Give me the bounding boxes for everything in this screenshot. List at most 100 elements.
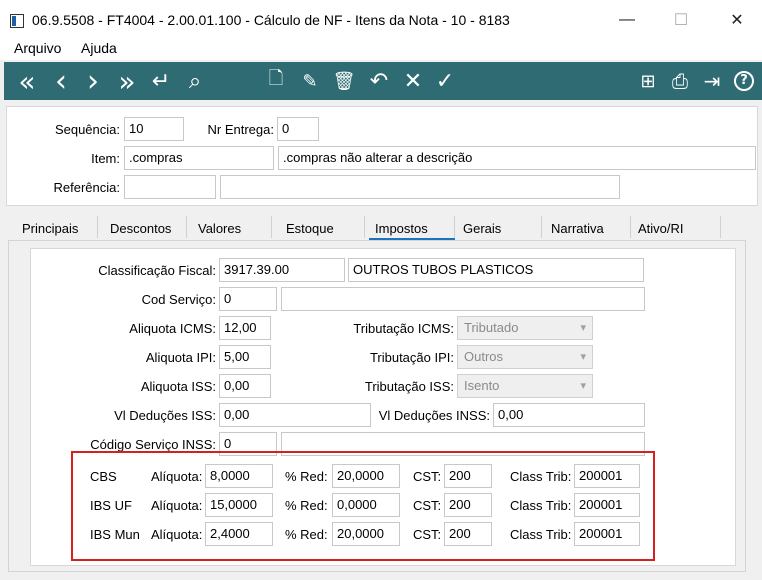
aliquota-ipi-label: Aliquota IPI: [145,350,216,365]
referencia-description-field[interactable] [220,175,620,199]
codigo-servico-inss-label: Código Serviço INSS: [90,437,216,452]
print-icon[interactable]: ⎙ [666,62,694,100]
maximize-button[interactable]: ☐ [658,6,704,34]
vl-deducoes-inss-label: Vl Deduções INSS: [378,408,490,423]
search-icon[interactable]: ⌕ [180,62,210,100]
red-label: % Red: [285,469,328,484]
aliquota-label: Alíquota: [151,527,203,542]
help-icon[interactable]: ? [732,62,756,100]
cbs-aliquota-field[interactable]: 8,0000 [205,464,273,488]
tributacao-icms-label: Tributação ICMS: [353,321,454,336]
previous-record-icon[interactable]: ‹ [46,62,76,100]
chevron-down-icon: ▾ [580,380,586,392]
tab-ativo-ri[interactable]: Ativo/RI [638,221,684,236]
cod-servico-description-field[interactable] [281,287,645,311]
tab-separator [541,216,542,238]
app-icon [10,14,24,28]
tributacao-icms-select[interactable]: Tributado ▾ [457,316,593,340]
cbs-class-trib-field[interactable]: 200001 [574,464,640,488]
tab-estoque[interactable]: Estoque [286,221,334,236]
tree-icon[interactable]: ⊞ [634,62,662,100]
cod-servico-field[interactable]: 0 [219,287,277,311]
menu-arquivo[interactable]: Arquivo [14,40,61,56]
tributacao-ipi-select[interactable]: Outros ▾ [457,345,593,369]
undo-icon[interactable]: ↶ [364,62,394,100]
ibs-uf-cst-field[interactable]: 200 [444,493,492,517]
tributacao-iss-label: Tributação ISS: [364,379,454,394]
vl-deducoes-inss-field[interactable]: 0,00 [493,403,645,427]
last-record-icon[interactable]: » [110,62,144,100]
classificacao-fiscal-label: Classificação Fiscal: [98,263,216,278]
tributacao-ipi-value: Outros [464,349,504,364]
ibs-mun-red-field[interactable]: 20,0000 [332,522,400,546]
tab-separator [271,216,272,238]
next-record-icon[interactable]: › [78,62,108,100]
tab-separator [630,216,631,238]
edit-icon[interactable]: ✎ [296,62,324,100]
cbs-red-field[interactable]: 20,0000 [332,464,400,488]
tax-row-name: IBS Mun [90,527,140,542]
cod-servico-label: Cod Serviço: [141,292,216,307]
menu-ajuda[interactable]: Ajuda [81,40,117,56]
tax-row-name: IBS UF [90,498,132,513]
aliquota-iss-field[interactable]: 0,00 [219,374,271,398]
tab-impostos[interactable]: Impostos [375,221,428,236]
ibs-uf-aliquota-field[interactable]: 15,0000 [205,493,273,517]
ibs-uf-red-field[interactable]: 0,0000 [332,493,400,517]
red-label: % Red: [285,498,328,513]
aliquota-icms-field[interactable]: 12,00 [219,316,271,340]
tab-separator [364,216,365,238]
aliquota-label: Alíquota: [151,469,203,484]
cbs-cst-field[interactable]: 200 [444,464,492,488]
sequencia-label: Sequência: [54,122,120,137]
ibs-mun-aliquota-field[interactable]: 2,4000 [205,522,273,546]
tributacao-iss-select[interactable]: Isento ▾ [457,374,593,398]
close-button[interactable]: ✕ [714,6,760,34]
item-label: Item: [91,151,120,166]
tributacao-iss-value: Isento [464,378,500,393]
aliquota-icms-label: Aliquota ICMS: [129,321,216,336]
ibs-mun-cst-field[interactable]: 200 [444,522,492,546]
tab-gerais[interactable]: Gerais [463,221,501,236]
chevron-down-icon: ▾ [580,322,586,334]
vl-deducoes-iss-label: Vl Deduções ISS: [114,408,216,423]
item-code-field[interactable]: .compras [124,146,274,170]
new-document-icon[interactable]: 🗋 [262,62,290,100]
confirm-icon[interactable]: ✓ [430,62,460,100]
tab-valores[interactable]: Valores [198,221,241,236]
tab-separator [97,216,98,238]
tab-descontos[interactable]: Descontos [110,221,171,236]
sequencia-field[interactable]: 10 [124,117,184,141]
item-description-field[interactable]: .compras não alterar a descrição [278,146,756,170]
cancel-icon[interactable]: ✕ [398,62,428,100]
tributacao-ipi-label: Tributação IPI: [369,350,454,365]
classificacao-fiscal-description-field[interactable]: OUTROS TUBOS PLASTICOS [348,258,644,282]
ibs-mun-class-trib-field[interactable]: 200001 [574,522,640,546]
first-record-icon[interactable]: « [12,62,42,100]
aliquota-iss-label: Aliquota ISS: [140,379,216,394]
exit-icon[interactable]: ⇥ [698,62,726,100]
aliquota-label: Alíquota: [151,498,203,513]
tab-principais[interactable]: Principais [22,221,78,236]
class-trib-label: Class Trib: [510,498,572,513]
tab-separator [720,216,721,238]
referencia-code-field[interactable] [124,175,216,199]
classificacao-fiscal-code-field[interactable]: 3917.39.00 [219,258,345,282]
help-icon-glyph: ? [734,71,754,91]
ibs-uf-class-trib-field[interactable]: 200001 [574,493,640,517]
cst-label: CST: [413,469,442,484]
vl-deducoes-iss-field[interactable]: 0,00 [219,403,371,427]
nr-entrega-field[interactable]: 0 [277,117,319,141]
tab-narrativa[interactable]: Narrativa [551,221,604,236]
aliquota-ipi-field[interactable]: 5,00 [219,345,271,369]
class-trib-label: Class Trib: [510,469,572,484]
red-label: % Red: [285,527,328,542]
tax-row-name: CBS [90,469,117,484]
delete-icon[interactable]: 🗑 [330,62,358,100]
chevron-down-icon: ▾ [580,351,586,363]
tab-separator [454,216,455,238]
class-trib-label: Class Trib: [510,527,572,542]
return-icon[interactable]: ↵ [146,62,176,100]
minimize-button[interactable]: — [604,6,650,34]
referencia-label: Referência: [53,180,120,195]
